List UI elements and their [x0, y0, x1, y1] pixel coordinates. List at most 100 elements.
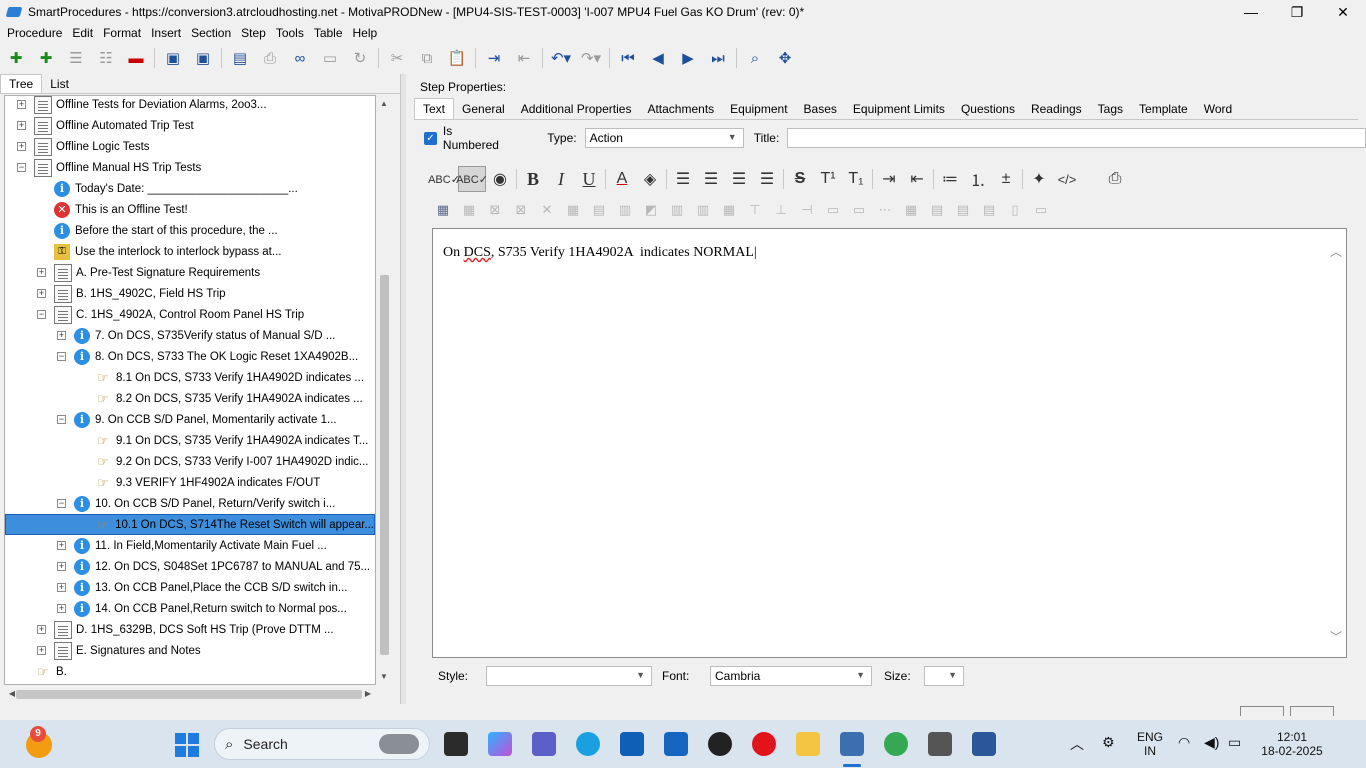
- tree-node[interactable]: ☞ 10.1 On DCS, S714The Reset Switch will …: [5, 514, 375, 535]
- table-tool-icon[interactable]: ▦: [716, 199, 742, 221]
- scroll-thumb[interactable]: [380, 275, 389, 655]
- copy-icon[interactable]: ⧉: [415, 46, 439, 70]
- insert-table-icon[interactable]: ▦: [430, 199, 456, 221]
- remote-desktop-icon[interactable]: [928, 732, 952, 756]
- tab-questions[interactable]: Questions: [953, 99, 1023, 119]
- word-icon[interactable]: [972, 732, 996, 756]
- table-tool-icon[interactable]: ▦: [456, 199, 482, 221]
- tab-list[interactable]: List: [42, 75, 77, 93]
- chevron-up-icon[interactable]: ︿: [1070, 734, 1084, 754]
- file-explorer-icon[interactable]: [796, 732, 820, 756]
- table-tool-icon[interactable]: ▤: [976, 199, 1002, 221]
- tab-text[interactable]: Text: [414, 98, 455, 119]
- fill-color-icon[interactable]: ◈: [636, 166, 664, 192]
- battery-icon[interactable]: ▭: [1228, 734, 1241, 751]
- table-tool-icon[interactable]: ✕: [534, 199, 560, 221]
- export-icon[interactable]: ▤: [228, 46, 252, 70]
- tab-tree[interactable]: Tree: [0, 74, 43, 93]
- wifi-icon[interactable]: ◠: [1178, 734, 1190, 751]
- close-button[interactable]: ✕: [1320, 0, 1366, 24]
- tree-horizontal-scrollbar[interactable]: ◀ ▶: [4, 686, 376, 702]
- scroll-thumb[interactable]: [16, 690, 362, 699]
- tab-equipment-limits[interactable]: Equipment Limits: [845, 99, 953, 119]
- collapse-icon[interactable]: −: [37, 310, 46, 319]
- tree-node[interactable]: + i 11. In Field,Momentarily Activate Main…: [57, 535, 327, 556]
- table-tool-icon[interactable]: ⋯: [872, 199, 898, 221]
- chrome-icon[interactable]: [884, 732, 908, 756]
- tree-node[interactable]: ✕ This is an Offline Test!: [37, 199, 188, 220]
- table-tool-icon[interactable]: ⊣: [794, 199, 820, 221]
- undo-icon[interactable]: ↶▾: [549, 46, 573, 70]
- subscript-icon[interactable]: T₁: [842, 166, 870, 192]
- expand-icon[interactable]: +: [37, 646, 46, 655]
- tree-node[interactable]: + D. 1HS_6329B, DCS Soft HS Trip (Prove D…: [37, 619, 334, 640]
- tree-node[interactable]: i Today's Date: ______________________...: [37, 178, 298, 199]
- type-select[interactable]: Action ▼: [584, 128, 744, 148]
- taskbar-search[interactable]: ⌕ Search: [214, 728, 430, 760]
- expand-icon[interactable]: +: [57, 583, 66, 592]
- table-tool-icon[interactable]: ▤: [924, 199, 950, 221]
- paste-icon[interactable]: 📋: [445, 46, 469, 70]
- tree-node[interactable]: − i 8. On DCS, S733 The OK Logic Reset 1XA…: [57, 346, 358, 367]
- table-tool-icon[interactable]: ▦: [560, 199, 586, 221]
- tab-bases[interactable]: Bases: [796, 99, 845, 119]
- tree-node[interactable]: ☞ 8.1 On DCS, S733 Verify 1HA4902D indica…: [77, 367, 364, 388]
- tree-node[interactable]: + A. Pre-Test Signature Requirements: [37, 262, 260, 283]
- tree-node[interactable]: − i 9. On CCB S/D Panel, Momentarily activ…: [57, 409, 337, 430]
- highlight-icon[interactable]: ◉: [486, 166, 514, 192]
- tab-template[interactable]: Template: [1131, 99, 1196, 119]
- table-tool-icon[interactable]: ▥: [690, 199, 716, 221]
- table-tool-icon[interactable]: ▭: [846, 199, 872, 221]
- tab-tags[interactable]: Tags: [1090, 99, 1131, 119]
- collapse-icon[interactable]: −: [57, 352, 66, 361]
- network-settings-icon[interactable]: ⚙: [1102, 734, 1115, 751]
- tree-node[interactable]: ☞ 9.1 On DCS, S735 Verify 1HA4902A indica…: [77, 430, 368, 451]
- tree-node[interactable]: ☞ 8.2 On DCS, S735 Verify 1HA4902A indica…: [77, 388, 363, 409]
- procedure-tree[interactable]: + Offline Tests for Deviation Alarms, 2oo…: [4, 95, 376, 685]
- bold-icon[interactable]: B: [519, 166, 547, 192]
- align-left-icon[interactable]: ☰: [669, 166, 697, 192]
- menu-procedure[interactable]: Procedure: [2, 26, 67, 40]
- menu-tools[interactable]: Tools: [271, 26, 309, 40]
- tree-node[interactable]: + Offline Tests for Deviation Alarms, 2oo…: [17, 96, 267, 115]
- table-tool-icon[interactable]: ▥: [664, 199, 690, 221]
- scroll-up-icon[interactable]: ▲: [376, 99, 392, 108]
- table-tool-icon[interactable]: ◩: [638, 199, 664, 221]
- tree-node[interactable]: ☞ 9.3 VERIFY 1HF4902A indicates F/OUT: [77, 472, 320, 493]
- table-tool-icon[interactable]: ▭: [820, 199, 846, 221]
- tree-node[interactable]: − i 10. On CCB S/D Panel, Return/Verify sw…: [57, 493, 335, 514]
- tree-node[interactable]: + i 13. On CCB Panel,Place the CCB S/D swi…: [57, 577, 347, 598]
- expand-icon[interactable]: +: [57, 604, 66, 613]
- add-icon[interactable]: ✚: [4, 46, 28, 70]
- tree-node[interactable]: − Offline Manual HS Trip Tests: [17, 157, 201, 178]
- volume-icon[interactable]: ◀): [1204, 734, 1219, 751]
- tab-general[interactable]: General: [454, 99, 513, 119]
- insert-line-icon[interactable]: ±: [992, 166, 1020, 192]
- expand-icon[interactable]: +: [17, 100, 26, 109]
- collapse-icon[interactable]: −: [57, 499, 66, 508]
- tab-readings[interactable]: Readings: [1023, 99, 1090, 119]
- language-indicator[interactable]: ENG IN: [1136, 730, 1164, 758]
- align-center-icon[interactable]: ☰: [697, 166, 725, 192]
- tree-node[interactable]: + Offline Automated Trip Test: [17, 115, 194, 136]
- list-icon[interactable]: ☰: [64, 46, 88, 70]
- maximize-button[interactable]: ❐: [1274, 0, 1320, 24]
- spell-check-icon[interactable]: ABC✓: [428, 166, 460, 192]
- opera-icon[interactable]: [752, 732, 776, 756]
- chevron-up-icon[interactable]: ︿: [1330, 243, 1342, 260]
- save-icon[interactable]: ▣: [191, 46, 215, 70]
- table-tool-icon[interactable]: ▦: [898, 199, 924, 221]
- expand-icon[interactable]: +: [57, 541, 66, 550]
- tree-node[interactable]: + i 14. On CCB Panel,Return switch to Norm…: [57, 598, 347, 619]
- tree-node[interactable]: ☞ 9.2 On DCS, S733 Verify I-007 1HA4902D …: [77, 451, 368, 472]
- menu-format[interactable]: Format: [98, 26, 146, 40]
- align-justify-icon[interactable]: ☰: [753, 166, 781, 192]
- size-select[interactable]: ▼: [924, 666, 964, 686]
- expand-icon[interactable]: +: [37, 268, 46, 277]
- tree-node[interactable]: − C. 1HS_4902A, Control Room Panel HS Tri…: [37, 304, 304, 325]
- store-icon[interactable]: [620, 732, 644, 756]
- edge-icon[interactable]: [576, 732, 600, 756]
- tree-node[interactable]: + i 7. On DCS, S735Verify status of Manual…: [57, 325, 335, 346]
- first-icon[interactable]: ⏮: [616, 46, 640, 70]
- minimize-button[interactable]: —: [1228, 0, 1274, 24]
